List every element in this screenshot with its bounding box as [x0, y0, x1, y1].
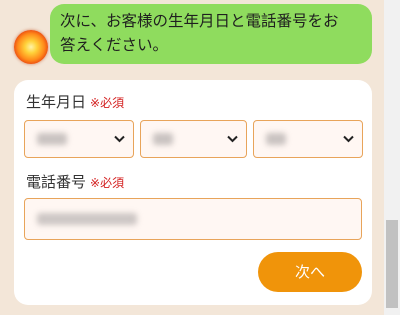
- scrollbar[interactable]: [384, 0, 400, 315]
- birth-month-value-redacted: [153, 133, 173, 145]
- chevron-down-icon: [343, 135, 354, 143]
- chevron-down-icon: [114, 135, 125, 143]
- bot-message-bubble: 次に、お客様の生年月日と電話番号をお 答えください。: [50, 4, 372, 64]
- phone-input[interactable]: [24, 198, 362, 240]
- bot-message-line-1: 次に、お客様の生年月日と電話番号をお: [60, 12, 339, 30]
- next-button[interactable]: 次へ: [258, 252, 362, 292]
- phone-value-redacted: [37, 213, 137, 225]
- phone-label-row: 電話番号 ※必須: [26, 172, 124, 193]
- form-card: 生年月日 ※必須 電話番号 ※必須 次へ: [14, 80, 372, 305]
- birth-day-value-redacted: [266, 133, 286, 145]
- birthdate-label: 生年月日: [26, 93, 87, 111]
- scrollbar-thumb[interactable]: [386, 220, 398, 308]
- bot-message-line-2: 答えください。: [60, 36, 169, 54]
- phone-label: 電話番号: [26, 173, 87, 191]
- chevron-down-icon: [227, 135, 238, 143]
- birth-year-value-redacted: [37, 133, 67, 145]
- birth-day-select[interactable]: [253, 120, 363, 158]
- birth-year-select[interactable]: [24, 120, 134, 158]
- phone-required-mark: ※必須: [90, 176, 125, 190]
- birthdate-label-row: 生年月日 ※必須: [26, 92, 124, 113]
- birthdate-required-mark: ※必須: [90, 96, 125, 110]
- chat-area: 次に、お客様の生年月日と電話番号をお 答えください。 生年月日 ※必須 電話番号…: [0, 0, 384, 315]
- bot-avatar: [14, 30, 48, 64]
- birth-month-select[interactable]: [140, 120, 247, 158]
